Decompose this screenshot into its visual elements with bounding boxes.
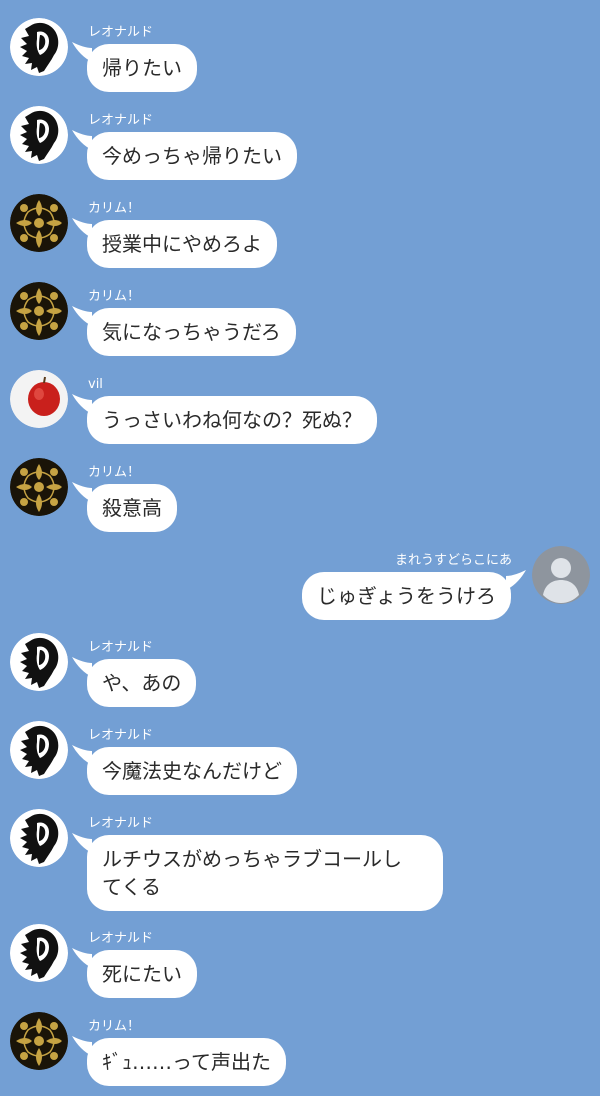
- default-user-avatar[interactable]: [532, 546, 590, 604]
- message-bubble[interactable]: ｷﾞｭ……って声出た: [87, 1038, 286, 1086]
- damask-avatar[interactable]: [10, 1012, 68, 1070]
- lion-avatar[interactable]: [10, 106, 68, 164]
- sender-name: レオナルド: [88, 640, 154, 655]
- sender-name: カリム！: [88, 201, 141, 216]
- message-bubble[interactable]: 帰りたい: [87, 44, 197, 92]
- sender-name: vil: [88, 377, 103, 392]
- damask-avatar[interactable]: [10, 282, 68, 340]
- message-bubble[interactable]: や、あの: [87, 659, 197, 707]
- sender-name: レオナルド: [88, 816, 154, 831]
- lion-avatar[interactable]: [10, 18, 68, 76]
- message-bubble[interactable]: 死にたい: [87, 950, 197, 998]
- sender-name: レオナルド: [88, 113, 154, 128]
- sender-name: まれうすどらこにあ: [394, 553, 512, 568]
- sender-name: カリム！: [88, 1019, 141, 1034]
- lion-avatar[interactable]: [10, 924, 68, 982]
- lion-avatar[interactable]: [10, 721, 68, 779]
- lion-avatar[interactable]: [10, 809, 68, 867]
- message-bubble[interactable]: 殺意高: [87, 484, 177, 532]
- message-bubble[interactable]: 今魔法史なんだけど: [87, 747, 297, 795]
- sender-name: レオナルド: [88, 25, 154, 40]
- sender-name: レオナルド: [88, 931, 154, 946]
- message-bubble[interactable]: 授業中にやめろよ: [87, 220, 277, 268]
- message-bubble[interactable]: 今めっちゃ帰りたい: [87, 132, 297, 180]
- damask-avatar[interactable]: [10, 194, 68, 252]
- message-bubble[interactable]: ルチウスがめっちゃラブコールし てくる: [87, 835, 443, 911]
- sender-name: カリム！: [88, 289, 141, 304]
- message-bubble[interactable]: 気になっちゃうだろ: [87, 308, 296, 356]
- damask-avatar[interactable]: [10, 458, 68, 516]
- sender-name: レオナルド: [88, 728, 154, 743]
- sender-name: カリム！: [88, 465, 141, 480]
- message-bubble[interactable]: じゅぎょうをうけろ: [302, 572, 511, 620]
- message-bubble[interactable]: うっさいわね何なの？死ぬ？: [87, 396, 377, 444]
- apple-avatar[interactable]: [10, 370, 68, 428]
- chat-view[interactable]: レオナルド 帰りたい レオナルド 今めっちゃ帰りたい カリム！ 授業中にやめろよ…: [0, 0, 600, 1096]
- lion-avatar[interactable]: [10, 633, 68, 691]
